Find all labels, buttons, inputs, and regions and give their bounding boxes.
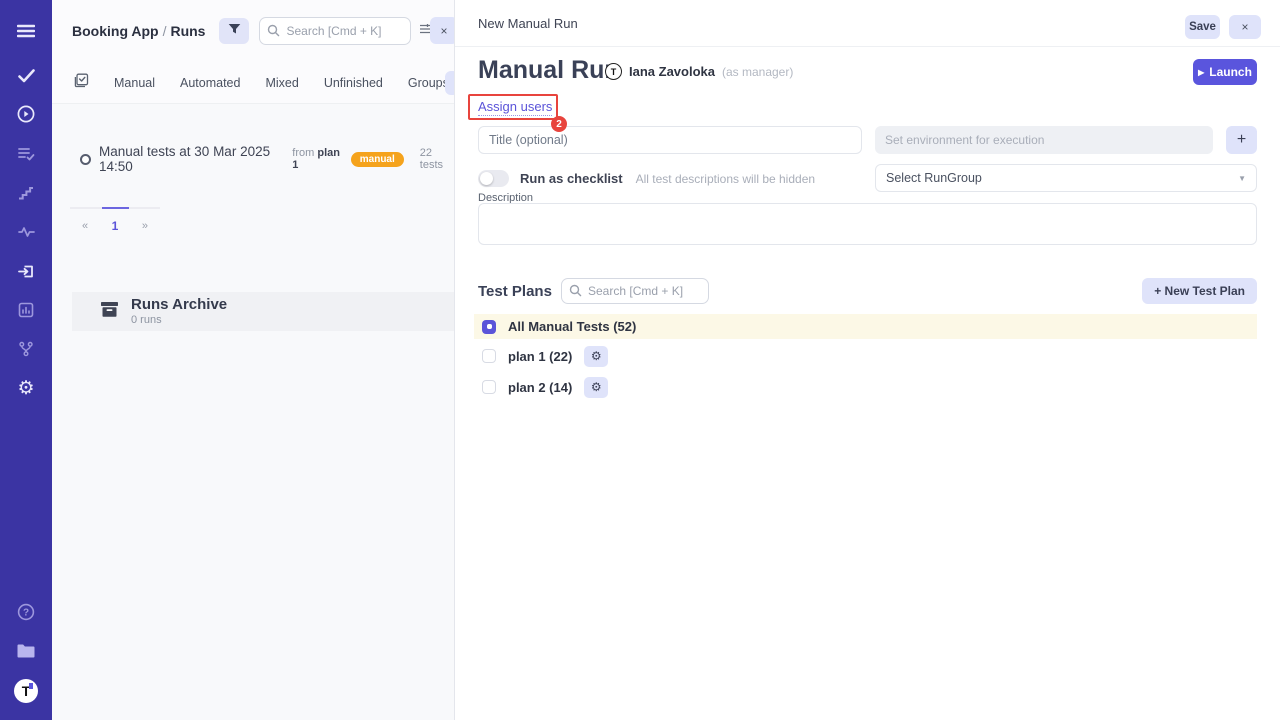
search-icon [267, 24, 280, 42]
sign-in-icon[interactable] [0, 256, 52, 286]
select-all-icon[interactable] [74, 73, 89, 93]
archive-title: Runs Archive [131, 297, 227, 314]
launch-button[interactable]: ▶ Launch [1193, 59, 1257, 85]
runs-panel-header: Booking App/Runs × [52, 0, 454, 62]
breadcrumb-page[interactable]: Runs [170, 23, 205, 39]
test-plans-search [561, 278, 709, 304]
run-tests-count: 22 tests [420, 147, 454, 171]
test-plan-row-all[interactable]: All Manual Tests (52) [474, 314, 1257, 339]
tab-unfinished[interactable]: Unfinished [324, 76, 383, 90]
plan1-settings-button[interactable]: ⚙ [584, 346, 608, 367]
run-type-badge: manual [351, 152, 404, 167]
checklist-toggle-row: Run as checklist All test descriptions w… [478, 170, 815, 187]
pagination-active-indicator [102, 207, 129, 209]
new-run-header: New Manual Run Save × [455, 0, 1280, 47]
run-title[interactable]: Manual tests at 30 Mar 2025 14:50 [99, 144, 284, 174]
help-icon[interactable]: ? [0, 597, 52, 627]
app-logo[interactable]: T [0, 676, 52, 706]
files-folder-icon[interactable] [0, 636, 52, 666]
search-icon [569, 284, 582, 302]
new-test-plan-button[interactable]: + New Test Plan [1142, 278, 1257, 304]
gear-icon: ⚙ [591, 381, 602, 393]
chevron-down-icon: ▼ [1238, 174, 1246, 183]
play-circle-icon[interactable] [0, 99, 52, 129]
test-plan-label[interactable]: plan 2 (14) [508, 380, 572, 395]
owner-role: (as manager) [722, 65, 793, 79]
assign-users-link[interactable]: Assign users [478, 99, 552, 116]
archive-count: 0 runs [131, 314, 227, 326]
owner-avatar: T [605, 63, 622, 80]
test-plan-label[interactable]: All Manual Tests (52) [508, 319, 636, 334]
runs-check-icon[interactable] [0, 61, 52, 91]
svg-text:?: ? [23, 608, 29, 619]
tab-groups[interactable]: Groups [408, 76, 449, 90]
pagination-next[interactable]: » [142, 220, 148, 232]
save-button[interactable]: Save [1185, 15, 1220, 39]
runs-search-input[interactable] [259, 17, 411, 45]
run-title-input[interactable] [478, 126, 862, 154]
test-list-icon[interactable] [0, 139, 52, 169]
activity-icon[interactable] [0, 217, 52, 247]
branches-icon[interactable] [0, 334, 52, 364]
test-plans-heading: Test Plans [478, 283, 552, 300]
panel-close-button[interactable]: × [430, 17, 455, 44]
settings-gear-icon[interactable]: ⚙ [0, 373, 52, 403]
menu-icon[interactable] [0, 16, 52, 46]
owner-name: Iana Zavoloka [629, 64, 715, 79]
reports-icon[interactable] [0, 295, 52, 325]
play-icon: ▶ [1198, 68, 1204, 77]
description-textarea[interactable] [478, 203, 1257, 245]
logo-flag [29, 683, 33, 689]
checklist-label: Run as checklist [520, 171, 623, 186]
test-plan-label[interactable]: plan 1 (22) [508, 349, 572, 364]
checkbox-unchecked-icon[interactable] [482, 349, 496, 363]
tab-mixed[interactable]: Mixed [265, 76, 298, 90]
close-button[interactable]: × [1229, 15, 1261, 39]
breadcrumb-project[interactable]: Booking App [72, 23, 159, 39]
breadcrumb[interactable]: Booking App/Runs [72, 23, 205, 39]
test-plans-search-input[interactable] [561, 278, 709, 304]
run-owner: T Iana Zavoloka (as manager) [605, 63, 793, 80]
annotation-step-badge: 2 [551, 116, 567, 132]
pagination-page-1[interactable]: 1 [112, 219, 119, 233]
pagination: « 1 » [70, 207, 160, 233]
run-from: from plan 1 [292, 147, 342, 171]
add-environment-button[interactable]: + [1226, 126, 1257, 154]
run-status-icon [80, 154, 91, 165]
steps-icon[interactable] [0, 178, 52, 208]
archive-box-icon [100, 301, 119, 323]
rungroup-select[interactable]: Select RunGroup ▼ [875, 164, 1257, 192]
runs-search [259, 17, 411, 45]
new-run-title: New Manual Run [478, 16, 578, 31]
test-plan-row-plan2[interactable]: plan 2 (14) ⚙ [474, 376, 1257, 398]
pagination-prev[interactable]: « [82, 220, 88, 232]
runs-archive-row[interactable]: Runs Archive 0 runs [72, 292, 454, 331]
page-title: Manual Run [478, 56, 620, 85]
tab-automated[interactable]: Automated [180, 76, 240, 90]
checkbox-checked-icon[interactable] [482, 320, 496, 334]
app-root: ⚙ ? T Booking App/Runs × [0, 0, 1280, 720]
plan2-settings-button[interactable]: ⚙ [584, 377, 608, 398]
test-plan-row-plan1[interactable]: plan 1 (22) ⚙ [474, 345, 1257, 367]
toggle-knob [480, 172, 493, 185]
environment-input[interactable] [875, 126, 1213, 154]
breadcrumb-separator: / [159, 23, 171, 39]
new-run-panel: New Manual Run Save × Manual Run T Iana … [455, 0, 1280, 720]
gear-icon: ⚙ [591, 350, 602, 362]
checkbox-unchecked-icon[interactable] [482, 380, 496, 394]
funnel-icon [228, 23, 241, 39]
run-list-item[interactable]: Manual tests at 30 Mar 2025 14:50 from p… [80, 144, 454, 174]
rungroup-value: Select RunGroup [886, 171, 982, 185]
checklist-toggle[interactable] [478, 170, 509, 187]
runs-list-panel: Booking App/Runs × Manual Automated Mixe… [52, 0, 455, 720]
runs-tabs: Manual Automated Mixed Unfinished Groups [52, 62, 454, 104]
sidebar: ⚙ ? T [0, 0, 52, 720]
checklist-hint: All test descriptions will be hidden [636, 172, 815, 186]
filter-button[interactable] [219, 18, 249, 44]
tabs-overflow-pill[interactable] [445, 71, 455, 95]
tab-manual[interactable]: Manual [114, 76, 155, 90]
